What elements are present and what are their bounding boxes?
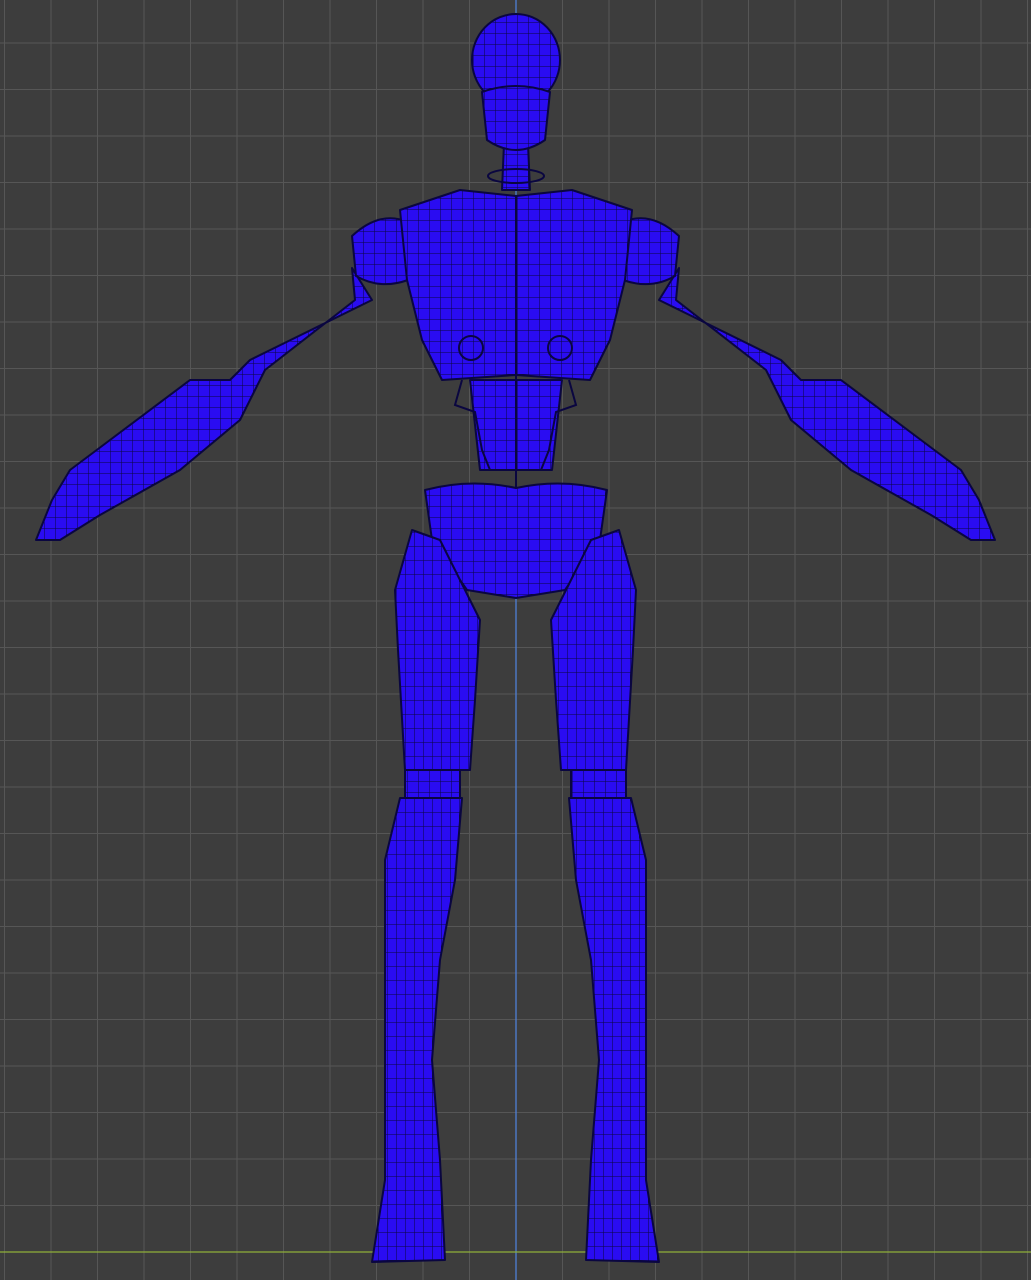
right-shin-mesh[interactable] (371, 797, 463, 1263)
left-arm-mesh[interactable] (658, 267, 996, 541)
left-shin-mesh[interactable] (568, 797, 660, 1263)
robot-mesh[interactable] (0, 0, 1031, 1280)
left-shoulder-mesh[interactable] (622, 217, 680, 286)
right-arm-mesh[interactable] (35, 267, 373, 541)
3d-viewport[interactable] (0, 0, 1031, 1280)
right-shoulder-mesh[interactable] (351, 217, 409, 286)
right-knee-mesh[interactable] (404, 769, 461, 799)
face-mesh[interactable] (481, 85, 551, 151)
left-knee-mesh[interactable] (570, 769, 627, 799)
